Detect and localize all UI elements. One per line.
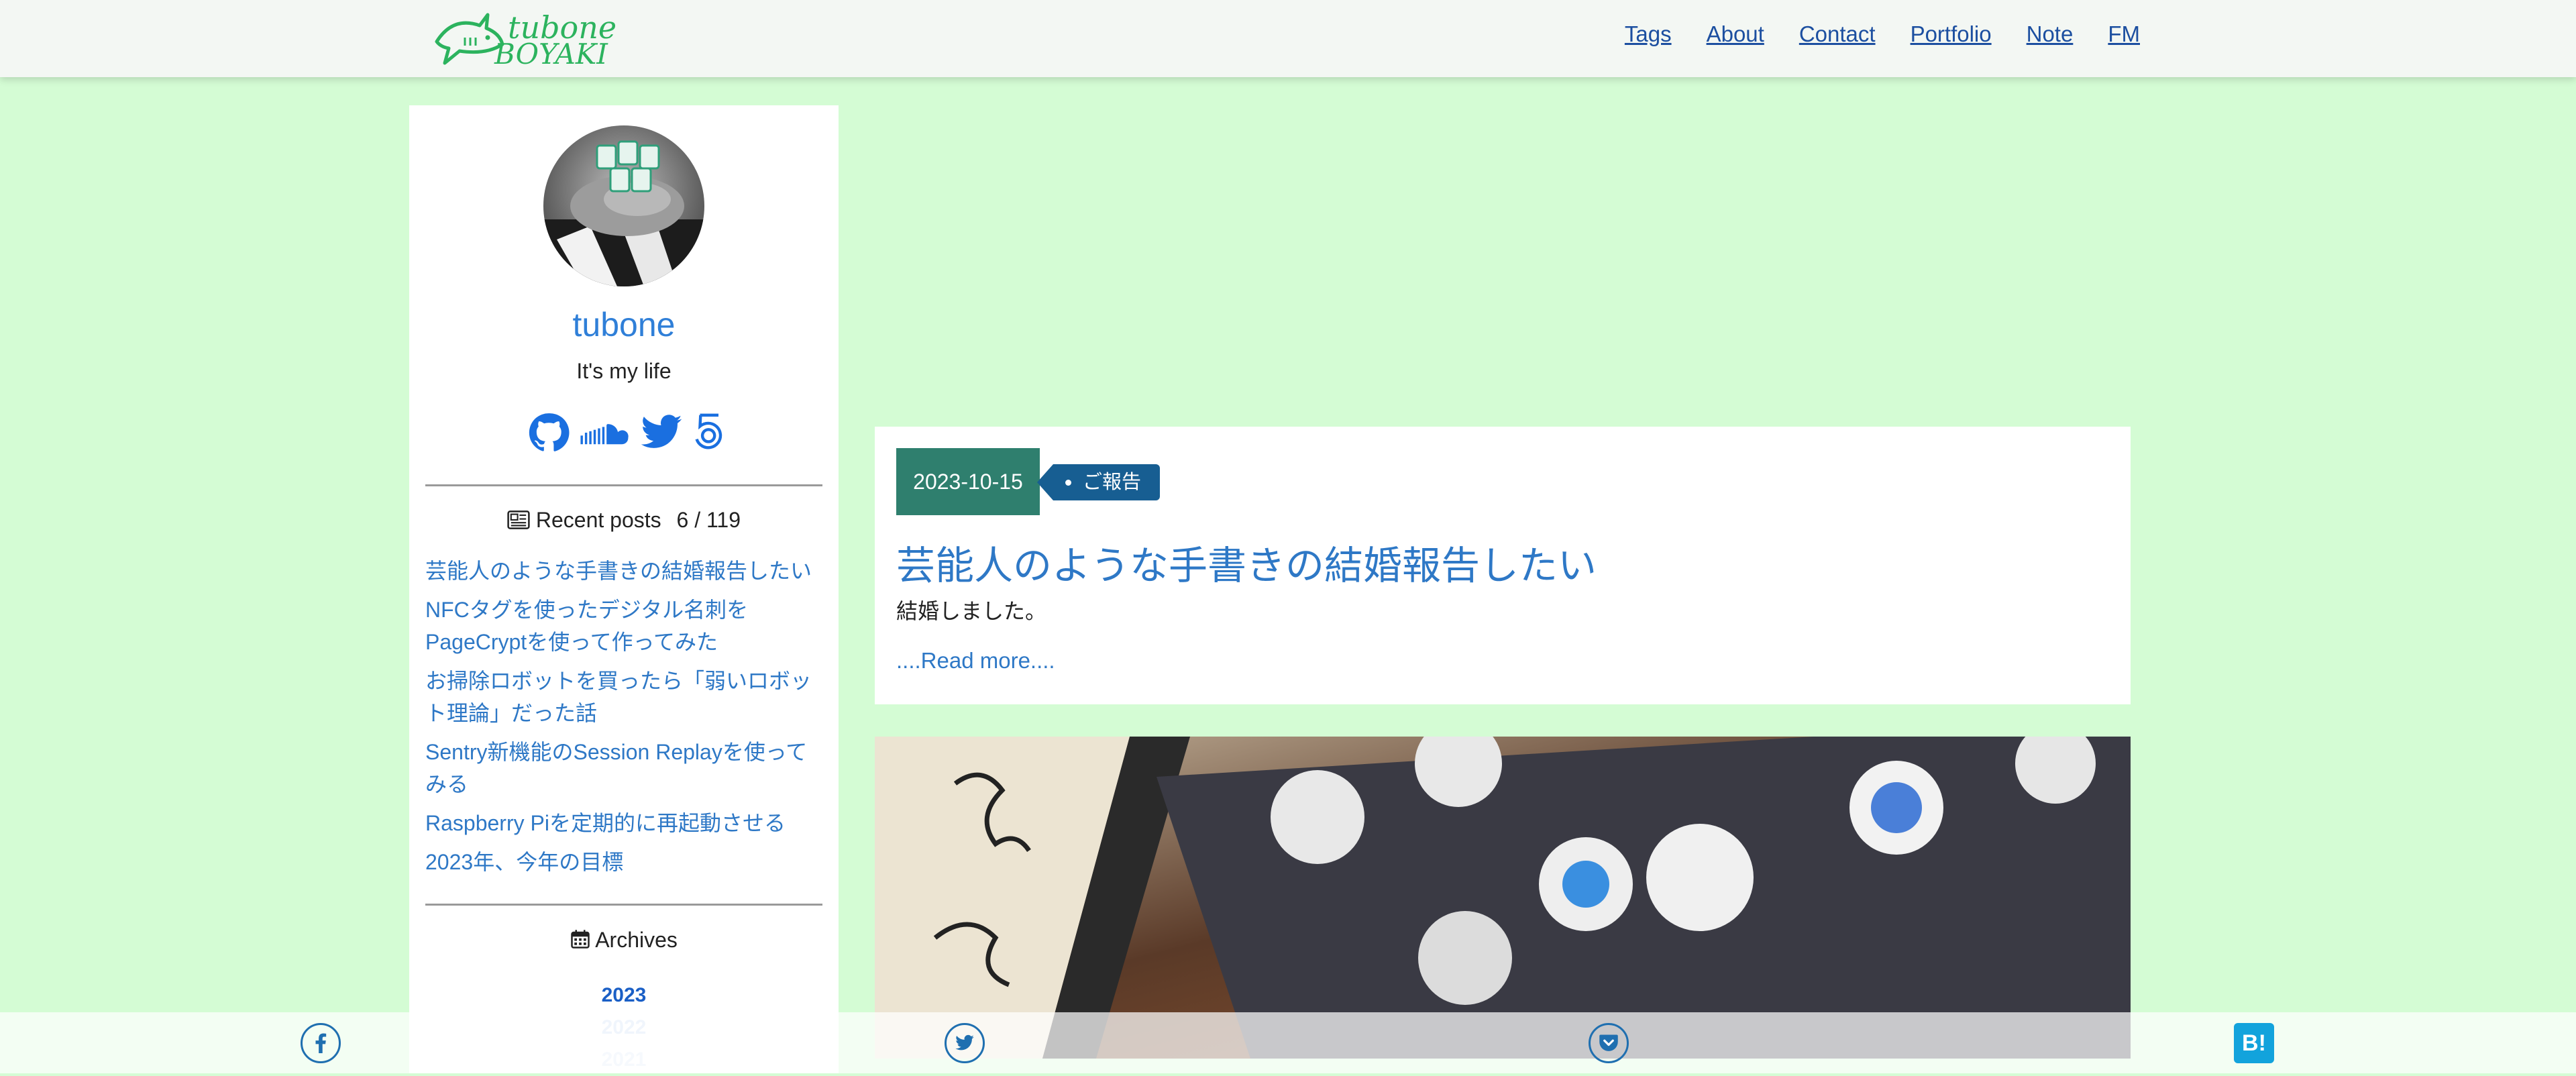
recent-post-link[interactable]: 芸能人のような手書きの結婚報告したい [425,555,828,587]
post-excerpt: 結婚しました。 [896,599,1047,623]
profile-name: tubone [572,306,676,343]
avatar [543,125,704,286]
post-card: 2023-10-15 ご報告 芸能人のような手書きの結婚報告したい 結婚しました… [875,427,2131,704]
recent-post-link[interactable]: Sentry新機能のSession Replayを使ってみる [425,736,828,800]
site-header: tubone BOYAKI Tags About Contact Portfol… [0,0,2576,77]
nav-fm[interactable]: FM [2108,21,2140,47]
site-logo[interactable]: tubone BOYAKI [433,5,621,72]
twitter-icon[interactable] [639,411,684,455]
recent-posts-count: 6 / 119 [676,508,741,532]
500px-icon[interactable] [689,411,733,455]
twitter-icon [955,1034,974,1051]
archives-title: Archives [595,928,678,952]
avatar-image [543,140,704,286]
read-more-link[interactable]: ....Read more.... [896,648,1055,674]
recent-post-link[interactable]: NFCタグを使ったデジタル名刺をPageCryptを使って作ってみた [425,594,828,658]
nav-note[interactable]: Note [2027,21,2074,47]
ad-space [875,105,2131,426]
logo-text-boyaki: BOYAKI [494,38,608,70]
sidebar: tubone It's my life Recent posts 6 / 119… [409,105,839,1073]
share-bar: B! [0,1012,2576,1073]
pocket-share-button[interactable] [1589,1023,1629,1063]
post-thumbnail-image [875,737,2131,1059]
nav-contact[interactable]: Contact [1799,21,1876,47]
post-date: 2023-10-15 [896,448,1040,515]
calendar-icon [570,928,595,952]
archives-heading: Archives [409,928,839,953]
post-title[interactable]: 芸能人のような手書きの結婚報告したい [896,534,1597,590]
divider [425,904,822,906]
main-nav: Tags About Contact Portfolio Note FM [1625,21,2140,47]
newspaper-icon [507,508,536,532]
nav-about[interactable]: About [1707,21,1764,47]
recent-post-link[interactable]: Raspberry Piを定期的に再起動させる [425,807,828,839]
twitter-share-button[interactable] [945,1023,985,1063]
recent-posts-list: 芸能人のような手書きの結婚報告したい NFCタグを使ったデジタル名刺をPageC… [425,555,828,885]
recent-post-link[interactable]: 2023年、今年の目標 [425,846,828,878]
post-thumbnail[interactable] [875,737,2131,1059]
github-icon[interactable] [527,411,571,455]
soundcloud-icon[interactable] [576,411,634,455]
recent-posts-heading: Recent posts 6 / 119 [409,508,839,533]
recent-post-link[interactable]: お掃除ロボットを買ったら「弱いロボット理論」だった話 [425,665,828,729]
social-links [527,411,733,455]
facebook-icon [315,1033,327,1053]
hatena-bookmark-button[interactable]: B! [2234,1023,2274,1063]
recent-posts-title: Recent posts [535,508,661,532]
pocket-icon [1599,1034,1618,1051]
facebook-share-button[interactable] [301,1023,341,1063]
post-tag[interactable]: ご報告 [1036,464,1161,500]
nav-tags[interactable]: Tags [1625,21,1672,47]
divider [425,484,822,486]
nav-portfolio[interactable]: Portfolio [1911,21,1992,47]
archive-year[interactable]: 2023 [409,979,839,1012]
profile-description: It's my life [576,359,672,383]
